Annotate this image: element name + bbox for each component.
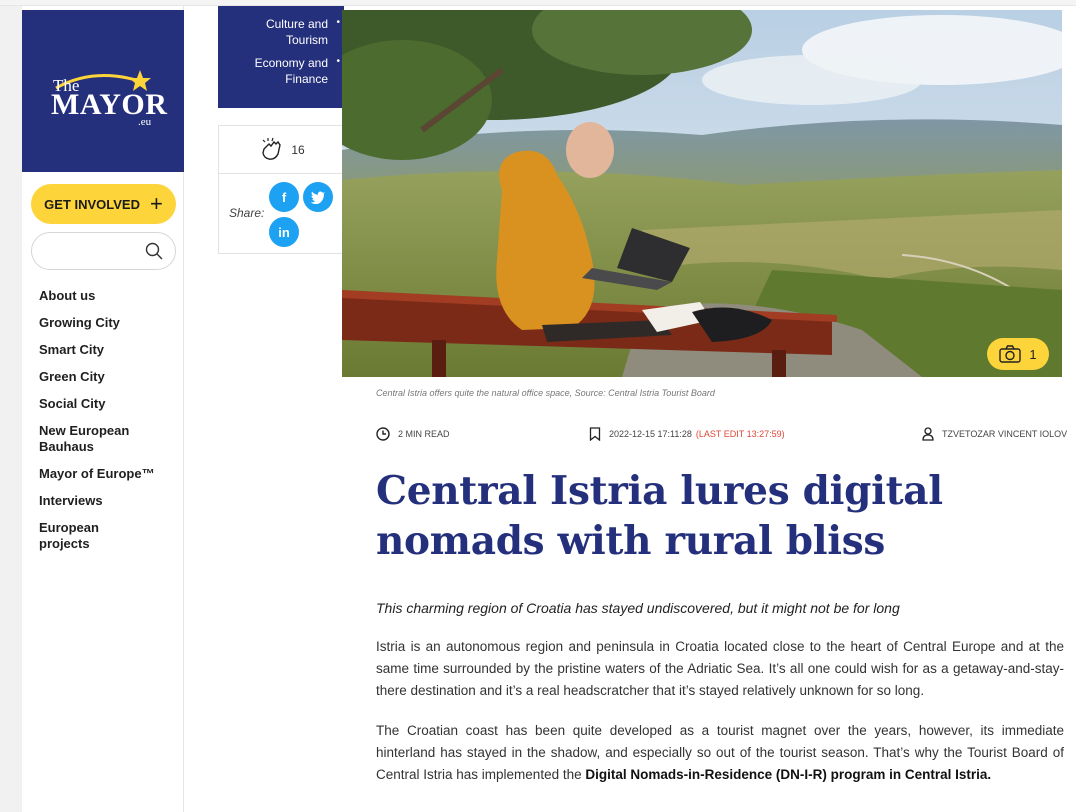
sidebar-item-green-city[interactable]: Green City [39,369,179,385]
twitter-icon[interactable] [303,182,333,212]
facebook-icon[interactable]: f [269,182,299,212]
author-name[interactable]: TZVETOZAR VINCENT IOLOV [942,429,1067,439]
sidebar-item-european-projects[interactable]: European projects [39,520,119,552]
sidebar-item-mayor-of-europe[interactable]: Mayor of Europe™ [39,466,179,482]
publish-date: 2022-12-15 17:11:28 (LAST EDIT 13:27:59) [589,426,785,442]
program-name: Digital Nomads-in-Residence (DN-I-R) pro… [585,767,992,782]
share-panel: 16 Share: f in [218,125,344,254]
category-tags: Culture and Tourism • Economy and Financ… [218,6,344,108]
image-caption: Central Istria offers quite the natural … [376,388,715,398]
sidebar-nav: About us Growing City Smart City Green C… [39,288,179,563]
read-time-label: 2 MIN READ [398,429,450,439]
clap-button[interactable]: 16 [219,126,343,174]
clap-count: 16 [291,142,305,157]
hero-photo [342,10,1062,377]
photo-count-button[interactable]: 1 [987,338,1049,370]
category-culture-tourism[interactable]: Culture and Tourism [228,16,328,48]
share-label: Share: [229,206,265,220]
get-involved-label: GET INVOLVED [44,196,140,212]
author: TZVETOZAR VINCENT IOLOV [922,426,1067,442]
sidebar: The MAYOR .eu GET INVOLVED + About us Gr… [22,6,184,812]
sidebar-item-social-city[interactable]: Social City [39,396,179,412]
category-economy-finance[interactable]: Economy and Finance [228,55,328,87]
site-logo[interactable]: The MAYOR .eu [22,10,184,172]
last-edit-label: (LAST EDIT 13:27:59) [695,429,785,439]
article-paragraph: Istria is an autonomous region and penin… [376,639,1064,698]
article-paragraph: The Croatian coast has been quite develo… [376,720,1064,786]
article-lead: This charming region of Croatia has stay… [376,600,900,616]
article-title: Central Istria lures digital nomads with… [376,468,943,564]
plus-icon: + [149,191,163,216]
linkedin-icon[interactable]: in [269,217,299,247]
get-involved-button[interactable]: GET INVOLVED + [31,184,176,224]
sidebar-item-smart-city[interactable]: Smart City [39,342,179,358]
read-time: 2 MIN READ [376,426,450,442]
sidebar-item-about-us[interactable]: About us [39,288,179,304]
left-gutter [0,6,22,812]
clock-icon [376,427,390,441]
clap-icon [262,137,282,160]
date-label: 2022-12-15 17:11:28 [609,429,692,439]
bullet-icon: • [336,56,340,67]
hero-image[interactable] [342,10,1062,377]
bullet-icon: • [336,17,340,28]
sidebar-item-growing-city[interactable]: Growing City [39,315,179,331]
sidebar-item-interviews[interactable]: Interviews [39,493,179,509]
search-input[interactable] [44,241,140,261]
photo-count: 1 [1029,346,1037,362]
camera-icon [999,345,1022,363]
user-icon [922,427,934,441]
search-icon[interactable] [145,242,163,260]
search-box [31,232,176,270]
sidebar-item-new-european-bauhaus[interactable]: New European Bauhaus [39,423,139,455]
bookmark-icon[interactable] [589,427,601,441]
logo-eu: .eu [138,116,152,128]
